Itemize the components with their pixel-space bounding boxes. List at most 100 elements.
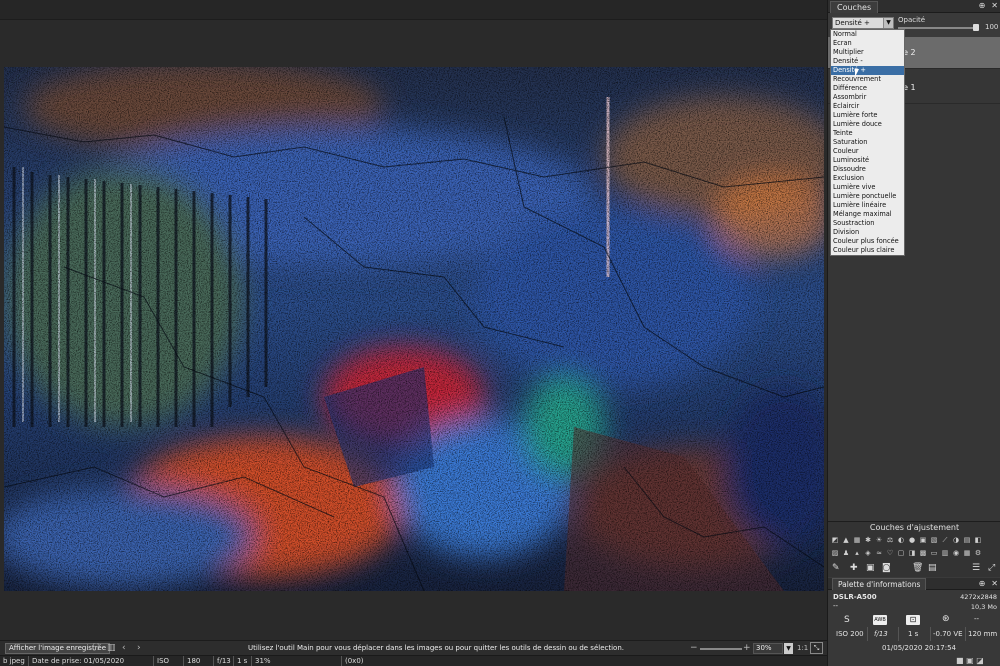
blend-mode-option[interactable]: Lumière vive bbox=[831, 183, 904, 192]
status-aperture: f/13 bbox=[214, 656, 234, 666]
trash-icon[interactable]: 🗑 bbox=[912, 563, 923, 573]
capture-date: 01/05/2020 20:17:54 bbox=[882, 644, 957, 652]
drop-icon[interactable]: ◈ bbox=[863, 548, 873, 558]
prev-image-icon[interactable]: ‹ bbox=[122, 643, 126, 654]
image-workspace[interactable] bbox=[0, 0, 827, 640]
photo-image bbox=[4, 67, 824, 591]
sun-icon[interactable]: ☀ bbox=[874, 535, 884, 545]
blend-mode-option[interactable]: Lumière linéaire bbox=[831, 201, 904, 210]
wand-icon[interactable]: ⟋ bbox=[940, 535, 950, 545]
adjustment-icons-row-2: ▨ ♟ ▴ ◈ ≈ ♡ ▢ ◨ ▩ ▭ ▥ ◉ ▦ ⚙ bbox=[830, 548, 1000, 559]
blend-mode-option[interactable]: Écran bbox=[831, 39, 904, 48]
brush-icon[interactable]: ✎ bbox=[832, 563, 840, 573]
blend-mode-option[interactable]: Normal bbox=[831, 30, 904, 39]
comment-icon[interactable]: ▤ bbox=[928, 563, 937, 573]
layer-actions-bar: ✎ ✚ ▣ ◙ 🗑 ▤ ☰ ⤢ bbox=[830, 563, 1000, 575]
adjustment-icons-row-1: ◩ ▲ ▦ ✱ ☀ ⚖ ◐ ● ▣ ▧ ⟋ ◑ ▤ ◧ bbox=[830, 535, 1000, 546]
layers-icon[interactable]: ▦ bbox=[962, 548, 972, 558]
pin-icon[interactable]: ⊕ bbox=[979, 579, 986, 588]
pin-icon[interactable]: ⊕ bbox=[979, 1, 986, 10]
image-dimensions: 4272x2848 bbox=[960, 593, 997, 601]
color-icon[interactable]: ● bbox=[907, 535, 917, 545]
fullscreen-icon[interactable]: ⛶ bbox=[93, 643, 99, 654]
image-icon[interactable]: ▧ bbox=[929, 535, 939, 545]
fit-to-screen-icon[interactable]: ⤡ bbox=[810, 642, 823, 654]
stack-icon[interactable]: ▥ bbox=[940, 548, 950, 558]
blend-mode-option[interactable]: Soustraction bbox=[831, 219, 904, 228]
status-iso: ISO 200 bbox=[154, 656, 184, 666]
blend-mode-option[interactable]: Assombrir bbox=[831, 93, 904, 102]
blend-mode-option[interactable]: Dissoudre bbox=[831, 165, 904, 174]
gradient-icon[interactable]: ▤ bbox=[962, 535, 972, 545]
duplicate-icon[interactable]: ▣ bbox=[866, 563, 875, 573]
blend-mode-option[interactable]: Densité + bbox=[831, 66, 904, 75]
view-mode-icons[interactable]: ■ ▣ ◪ bbox=[956, 656, 984, 665]
selection-icon[interactable]: ▨ bbox=[830, 548, 840, 558]
hue-icon[interactable]: ◐ bbox=[896, 535, 906, 545]
blend-mode-option[interactable]: Lumière douce bbox=[831, 120, 904, 129]
histogram-icon[interactable]: ▥ bbox=[107, 643, 116, 654]
chevron-down-icon[interactable]: ▼ bbox=[784, 643, 793, 654]
blend-mode-select[interactable]: Densité + ▼ bbox=[832, 17, 894, 29]
chevron-down-icon[interactable]: ▼ bbox=[883, 18, 893, 28]
blend-mode-option[interactable]: Exclusion bbox=[831, 174, 904, 183]
half-icon[interactable]: ◧ bbox=[973, 535, 983, 545]
blend-mode-option[interactable]: Multiplier bbox=[831, 48, 904, 57]
frame-icon[interactable]: ▭ bbox=[929, 548, 939, 558]
zoom-slider[interactable] bbox=[700, 648, 742, 650]
close-icon[interactable]: ✕ bbox=[991, 579, 998, 588]
close-icon[interactable]: ✕ bbox=[991, 1, 998, 10]
filter-icon[interactable]: ◉ bbox=[951, 548, 961, 558]
split-icon[interactable]: ◨ bbox=[907, 548, 917, 558]
blend-mode-option[interactable]: Luminosité bbox=[831, 156, 904, 165]
settings-icon[interactable]: ⚙ bbox=[973, 548, 983, 558]
mountain-icon[interactable]: ▴ bbox=[852, 548, 862, 558]
blend-mode-option[interactable]: Lumière forte bbox=[831, 111, 904, 120]
next-image-icon[interactable]: › bbox=[137, 643, 141, 654]
blend-mode-option[interactable]: Recouvrement bbox=[831, 75, 904, 84]
person-icon[interactable]: ♟ bbox=[841, 548, 851, 558]
brightness-icon[interactable]: ✱ bbox=[863, 535, 873, 545]
blend-mode-option[interactable]: Teinte bbox=[831, 129, 904, 138]
blend-mode-option[interactable]: Mélange maximal bbox=[831, 210, 904, 219]
opacity-value: 100 bbox=[985, 23, 999, 31]
blend-mode-option[interactable]: Couleur plus foncée bbox=[831, 237, 904, 246]
camera-icon[interactable]: ◙ bbox=[882, 563, 891, 573]
photo-canvas[interactable] bbox=[4, 67, 824, 591]
blend-mode-option[interactable]: Différence bbox=[831, 84, 904, 93]
balance-icon[interactable]: ⚖ bbox=[885, 535, 895, 545]
curves-icon[interactable]: ◩ bbox=[830, 535, 840, 545]
zoom-in-icon[interactable]: + bbox=[743, 643, 751, 654]
opacity-slider-handle[interactable] bbox=[973, 24, 979, 31]
wave-icon[interactable]: ≈ bbox=[874, 548, 884, 558]
cube-icon[interactable]: ▣ bbox=[918, 535, 928, 545]
mask-icon[interactable]: ◑ bbox=[951, 535, 961, 545]
blend-mode-option[interactable]: Éclaircir bbox=[831, 102, 904, 111]
zoom-out-icon[interactable]: − bbox=[690, 643, 698, 654]
heart-icon[interactable]: ♡ bbox=[885, 548, 895, 558]
box-icon[interactable]: ▢ bbox=[896, 548, 906, 558]
menu-icon[interactable]: ☰ bbox=[972, 563, 980, 573]
workspace-top-strip bbox=[0, 0, 827, 20]
info-palette-header: Palette d'informations ⊕ ✕ bbox=[828, 578, 1000, 590]
zoom-input[interactable]: 30% bbox=[753, 643, 783, 654]
status-coords: (0x0) bbox=[345, 657, 364, 665]
tab-layers[interactable]: Couches bbox=[830, 1, 879, 13]
grid-icon[interactable]: ▦ bbox=[852, 535, 862, 545]
blend-mode-value: Densité + bbox=[835, 19, 870, 27]
zoom-one-to-one-button[interactable]: 1:1 bbox=[797, 643, 808, 654]
blend-mode-option[interactable]: Lumière ponctuelle bbox=[831, 192, 904, 201]
blend-mode-option[interactable]: Division bbox=[831, 228, 904, 237]
blend-mode-option[interactable]: Couleur plus claire bbox=[831, 246, 904, 255]
opacity-slider[interactable] bbox=[898, 27, 976, 29]
add-layer-icon[interactable]: ✚ bbox=[850, 563, 858, 573]
tab-info-palette[interactable]: Palette d'informations bbox=[832, 578, 927, 590]
levels-icon[interactable]: ▲ bbox=[841, 535, 851, 545]
status-zoom: 31% bbox=[252, 656, 342, 666]
blend-mode-option[interactable]: Saturation bbox=[831, 138, 904, 147]
blend-mode-option[interactable]: Densité - bbox=[831, 57, 904, 66]
blend-mode-dropdown[interactable]: Normal Écran Multiplier Densité - Densité + R… bbox=[830, 29, 905, 256]
palette-icon[interactable]: ▩ bbox=[918, 548, 928, 558]
expand-icon[interactable]: ⤢ bbox=[988, 563, 995, 573]
blend-mode-option[interactable]: Couleur bbox=[831, 147, 904, 156]
